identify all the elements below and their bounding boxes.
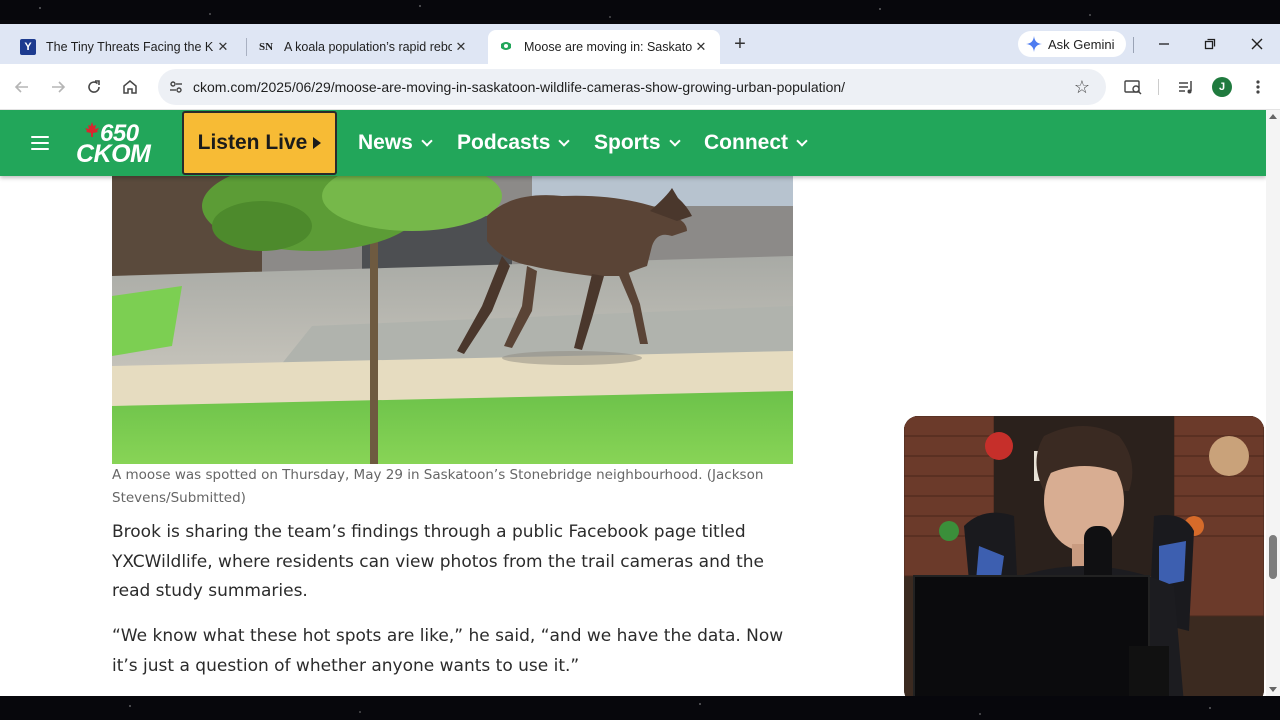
maple-leaf-icon [85, 122, 99, 137]
tab-search-button[interactable] [1121, 75, 1145, 99]
scroll-up-icon[interactable] [1269, 114, 1277, 119]
tab-divider [246, 38, 247, 56]
ask-gemini-button[interactable]: Ask Gemini [1018, 31, 1126, 57]
webcam-feed-image [904, 416, 1264, 696]
close-icon [1251, 38, 1263, 50]
nav-label: Podcasts [457, 131, 551, 154]
webcam-overlay [904, 416, 1264, 696]
photo-caption: A moose was spotted on Thursday, May 29 … [112, 467, 764, 506]
sn-favicon-icon: SN [258, 41, 274, 53]
ckom-logo[interactable]: 650 CKOM [76, 120, 160, 168]
page-scrollbar[interactable] [1266, 110, 1280, 696]
chevron-down-icon [558, 135, 571, 147]
home-button[interactable] [118, 75, 142, 99]
tab-close-icon[interactable]: ✕ [692, 38, 710, 56]
chevron-down-icon [796, 135, 808, 147]
moose-photo-image [112, 176, 793, 464]
nav-sports[interactable]: Sports [594, 130, 681, 156]
chevron-down-icon [668, 135, 681, 147]
forward-arrow-icon [52, 81, 66, 93]
yahoo-favicon-icon: Y [20, 39, 36, 55]
tab-koala-population[interactable]: SN A koala population’s rapid rebo ✕ [248, 30, 480, 64]
scrollbar-thumb[interactable] [1269, 535, 1277, 579]
browser-window: Y The Tiny Threats Facing the Kin ✕ SN A… [0, 24, 1280, 696]
site-header: 650 CKOM Listen Live News Podcasts Sport… [0, 110, 1266, 176]
nav-news[interactable]: News [358, 130, 433, 156]
restore-icon [1204, 38, 1216, 50]
tab-close-icon[interactable]: ✕ [214, 38, 232, 56]
url-text[interactable]: ckom.com/2025/06/29/moose-are-moving-in-… [193, 79, 845, 95]
hamburger-menu-icon[interactable] [31, 136, 49, 150]
scroll-down-icon[interactable] [1269, 687, 1277, 692]
back-arrow-icon [14, 81, 28, 93]
divider [1158, 79, 1159, 95]
bookmark-star-icon[interactable]: ☆ [1072, 77, 1092, 97]
listen-live-button[interactable]: Listen Live [182, 111, 337, 175]
back-button[interactable] [10, 75, 34, 99]
chevron-down-icon [421, 135, 433, 147]
article-paragraph: Brook is sharing the team’s findings thr… [112, 522, 764, 601]
nav-label: News [358, 131, 413, 154]
tab-search-icon [1124, 80, 1142, 95]
minimize-icon [1159, 43, 1169, 45]
nav-label: Connect [704, 131, 788, 154]
nav-connect[interactable]: Connect [704, 130, 808, 156]
browser-toolbar: ckom.com/2025/06/29/moose-are-moving-in-… [0, 64, 1280, 110]
nav-label: Sports [594, 131, 661, 154]
gemini-label: Ask Gemini [1048, 36, 1115, 52]
tab-title: The Tiny Threats Facing the Kin [46, 40, 214, 54]
close-window-button[interactable] [1245, 32, 1269, 56]
divider [1133, 37, 1134, 53]
tab-strip: Y The Tiny Threats Facing the Kin ✕ SN A… [0, 24, 1280, 64]
tab-tiny-threats[interactable]: Y The Tiny Threats Facing the Kin ✕ [10, 30, 242, 64]
new-tab-button[interactable]: + [730, 34, 750, 54]
logo-name: CKOM [76, 140, 151, 168]
restore-button[interactable] [1198, 32, 1222, 56]
address-bar[interactable]: ckom.com/2025/06/29/moose-are-moving-in-… [158, 69, 1106, 105]
ckom-favicon-icon [498, 39, 514, 55]
forward-button[interactable] [46, 75, 70, 99]
kebab-menu-icon [1256, 80, 1260, 94]
media-controls-button[interactable] [1174, 75, 1198, 99]
menu-button[interactable] [1246, 75, 1270, 99]
nav-podcasts[interactable]: Podcasts [457, 130, 571, 156]
tab-close-icon[interactable]: ✕ [452, 38, 470, 56]
minimize-button[interactable] [1152, 32, 1176, 56]
listen-live-label: Listen Live [197, 131, 308, 154]
site-settings-icon[interactable] [166, 77, 186, 97]
home-icon [123, 80, 137, 94]
tab-moose-moving-in[interactable]: Moose are moving in: Saskatoo ✕ [488, 30, 720, 64]
tab-title: Moose are moving in: Saskatoo [524, 40, 692, 54]
reload-button[interactable] [82, 75, 106, 99]
article-paragraph: “We know what these hot spots are like,”… [112, 626, 784, 676]
reload-icon [88, 80, 100, 93]
gemini-star-icon [1026, 36, 1042, 52]
play-icon [313, 137, 322, 149]
profile-avatar[interactable]: J [1212, 77, 1232, 97]
playlist-icon [1179, 81, 1192, 94]
tab-title: A koala population’s rapid rebo [284, 40, 452, 54]
moose-photo [112, 176, 793, 464]
